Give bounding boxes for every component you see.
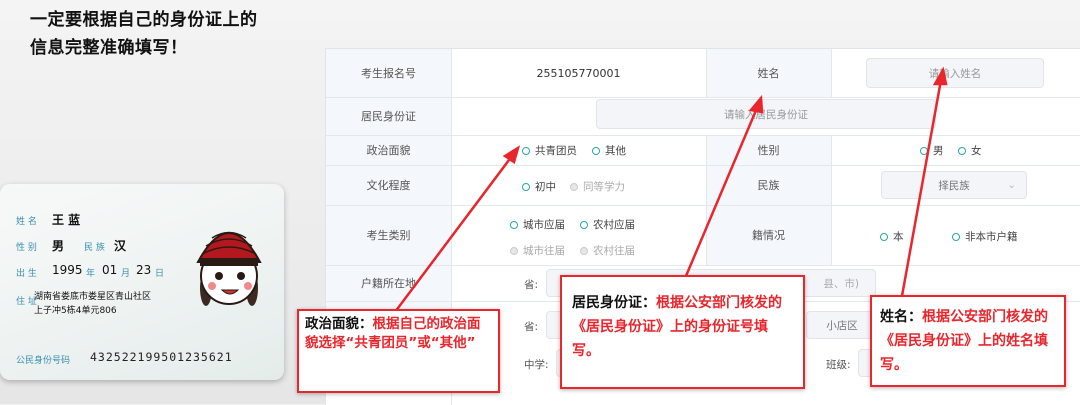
card-gender-label: 性 别: [16, 243, 37, 253]
radio-circle-icon: [522, 182, 530, 191]
radio-circle-icon: [580, 246, 588, 255]
card-address-line-1: 湖南省娄底市娄星区青山社区: [34, 292, 152, 302]
card-name-value: 王 蓝: [52, 213, 81, 227]
card-gender-value: 男: [52, 239, 65, 253]
politics-callout: 政治面貌：根据自己的政治面貌选择“共青团员”或“其他”: [297, 309, 500, 393]
card-birth-day-unit: 日: [155, 269, 165, 279]
culture-label: 文化程度: [326, 165, 451, 205]
card-ethnicity-value: 汉: [114, 239, 127, 253]
column-divider: [831, 135, 832, 265]
radio-circle-icon: [510, 220, 518, 229]
name-callout: 姓名：根据公安部门核发的《居民身份证》上的姓名填写。: [870, 295, 1066, 387]
politics-label: 政治面貌: [326, 135, 451, 165]
radio-circle-icon: [510, 246, 518, 255]
card-birth-month: 01: [102, 263, 118, 277]
ethnicity-label: 民族: [706, 165, 831, 205]
ethnicity-select[interactable]: 择民族 ⌄: [881, 171, 1027, 199]
culture-option-junior[interactable]: 初中: [522, 179, 556, 194]
class-label: 班级:: [826, 359, 851, 371]
instruction-heading: 一定要根据自己的身份证上的 信息完整准确填写！: [30, 6, 320, 62]
column-divider: [831, 49, 832, 97]
radio-circle-icon: [592, 146, 600, 155]
province-label: 省:: [524, 279, 539, 291]
exam-no-label: 考生报名号: [326, 49, 451, 97]
card-birth-year-unit: 年: [86, 269, 96, 279]
chevron-down-icon: ⌄: [1007, 179, 1016, 191]
district-select[interactable]: 小店区: [806, 311, 878, 339]
radio-circle-icon: [522, 146, 530, 155]
radio-circle-icon: [580, 220, 588, 229]
name-callout-title: 姓名：: [880, 309, 922, 325]
card-birth-year: 1995: [52, 263, 83, 277]
province-label-2: 省:: [524, 321, 539, 333]
category-option-city-past[interactable]: 城市往届: [510, 243, 565, 258]
cartoon-avatar-icon: [196, 231, 262, 306]
card-birth-label: 出 生: [16, 269, 37, 279]
household-label: 籍情况: [706, 205, 831, 265]
row-divider: [326, 165, 1080, 166]
id-label: 居民身份证: [326, 97, 451, 135]
radio-circle-icon: [952, 232, 960, 241]
heading-line-2: 信息完整准确填写！: [30, 38, 188, 58]
politics-option-other[interactable]: 其他: [592, 143, 626, 158]
card-address-line-2: 上子冲5栋4单元806: [34, 306, 117, 316]
household-option-local[interactable]: 本: [880, 229, 904, 244]
id-callout: 居民身份证：根据公安部门核发的《居民身份证》上的身份证号填写。: [560, 275, 805, 389]
id-callout-title: 居民身份证：: [572, 295, 656, 311]
row-divider: [326, 205, 1080, 206]
radio-circle-icon: [570, 182, 578, 191]
row-divider: [326, 97, 1080, 98]
heading-line-1: 一定要根据自己的身份证上的: [30, 10, 258, 30]
gender-option-male[interactable]: 男: [920, 143, 944, 158]
gender-option-female[interactable]: 女: [958, 143, 982, 158]
middle-school-label: 中学:: [524, 359, 549, 371]
gender-label: 性别: [706, 135, 831, 165]
radio-circle-icon: [958, 146, 966, 155]
card-birth-month-unit: 月: [121, 269, 131, 279]
politics-callout-title: 政治面貌：: [305, 316, 373, 332]
category-option-rural-past[interactable]: 农村往届: [580, 243, 635, 258]
category-option-city-fresh[interactable]: 城市应届: [510, 217, 565, 232]
card-id-label: 公民身份号码: [16, 356, 71, 366]
exam-no-value: 255105770001: [536, 66, 621, 80]
radio-circle-icon: [880, 232, 888, 241]
card-id-number: 432522199501235621: [90, 350, 233, 364]
politics-option-youth-league[interactable]: 共青团员: [522, 143, 577, 158]
household-option-nonlocal[interactable]: 非本市户籍: [952, 229, 1018, 244]
category-label: 考生类别: [326, 205, 451, 265]
column-divider: [706, 49, 707, 97]
card-ethnicity-label: 民 族: [84, 243, 105, 253]
row-divider: [326, 265, 1080, 266]
id-number-input[interactable]: 请输入居民身份证: [596, 99, 936, 129]
card-birth-day: 23: [136, 263, 152, 277]
card-name-label: 姓 名: [16, 217, 37, 227]
category-option-rural-fresh[interactable]: 农村应届: [580, 217, 635, 232]
name-label: 姓名: [706, 49, 831, 97]
sample-id-card: 姓 名 王 蓝 性 别 男 民 族 汉 出 生 1995 年 01 月 23 日…: [0, 184, 284, 380]
name-input[interactable]: 请输入姓名: [866, 58, 1044, 88]
culture-option-equivalent[interactable]: 同等学力: [570, 179, 625, 194]
column-divider: [706, 135, 707, 265]
hukou-label: 户籍所在地: [326, 265, 451, 301]
radio-circle-icon: [920, 146, 928, 155]
row-divider: [326, 135, 1080, 136]
